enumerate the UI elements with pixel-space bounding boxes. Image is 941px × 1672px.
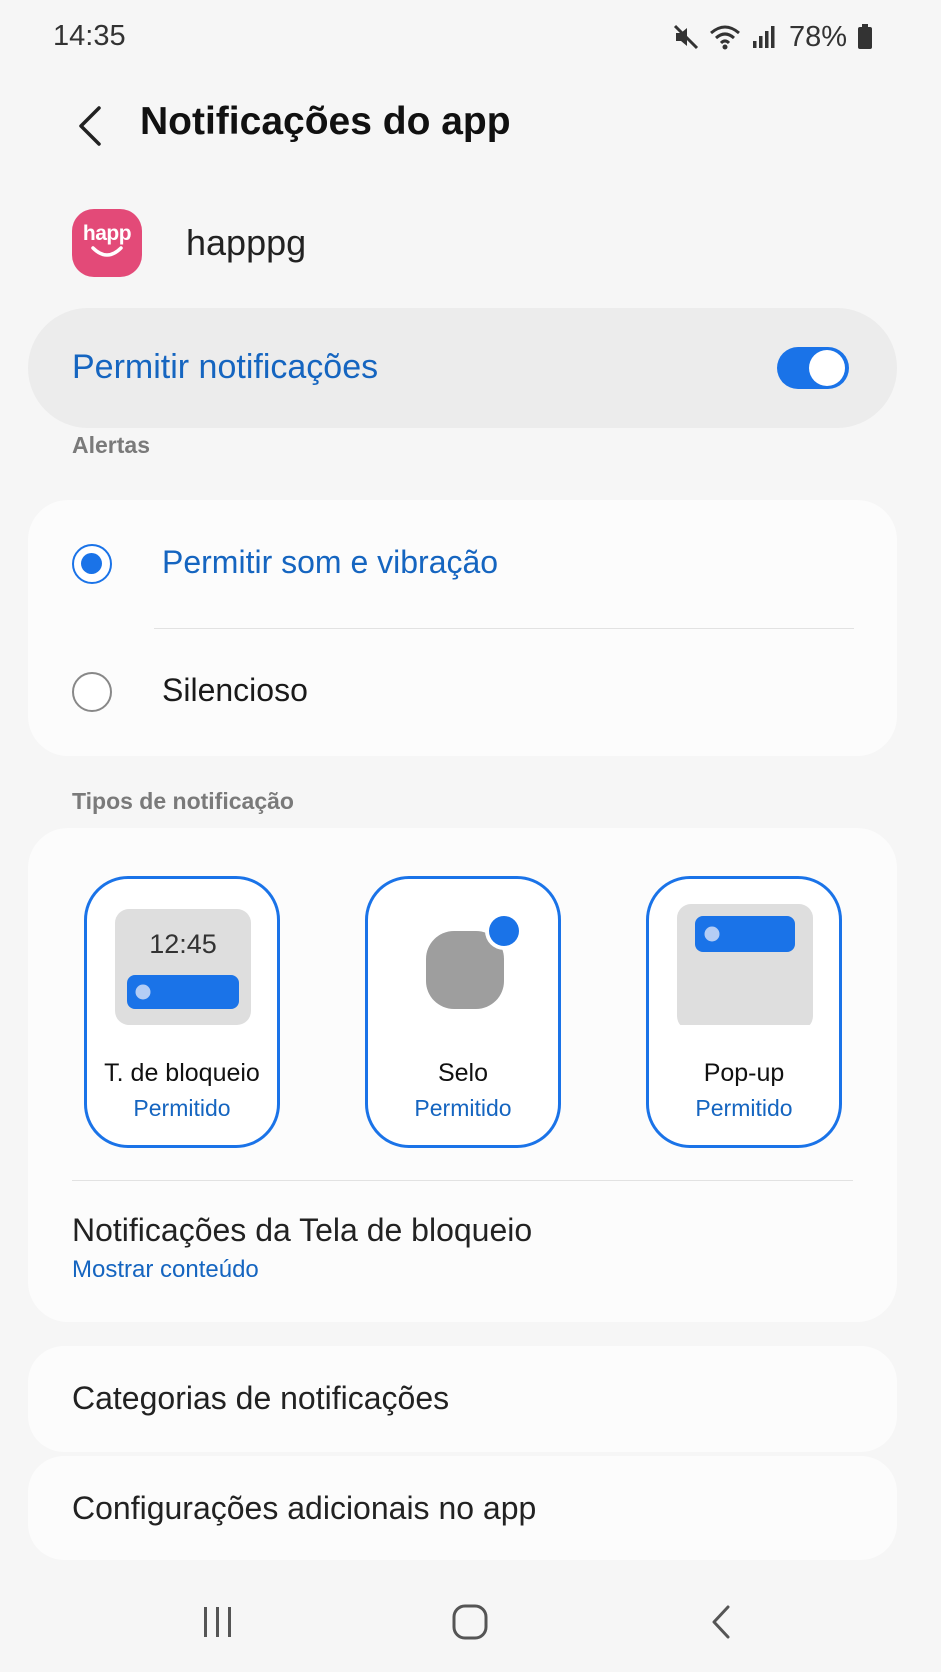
tile-popup[interactable]: Pop-up Permitido — [646, 876, 842, 1148]
app-name: happpg — [186, 222, 307, 263]
radio-unselected-icon[interactable] — [72, 672, 112, 712]
alert-option-label: Permitir som e vibração — [162, 544, 499, 580]
status-time: 14:35 — [53, 20, 126, 52]
back-button[interactable] — [68, 98, 112, 154]
badge-preview-icon — [426, 912, 523, 1009]
home-icon — [452, 1604, 488, 1640]
tile-name: Pop-up — [703, 1059, 785, 1087]
recents-button[interactable] — [178, 1594, 258, 1650]
lock-screen-notifications-value: Mostrar conteúdo — [72, 1256, 259, 1283]
app-icon: happ — [72, 209, 142, 277]
header: Notificações do app — [0, 90, 941, 160]
lock-screen-notifications-title: Notificações da Tela de bloqueio — [72, 1212, 533, 1248]
additional-settings-row[interactable]: Configurações adicionais no app — [28, 1456, 897, 1560]
tile-name: T. de bloqueio — [104, 1059, 260, 1087]
nav-back-button[interactable] — [682, 1594, 762, 1650]
smile-icon — [91, 246, 123, 257]
status-icons: 78% — [673, 19, 873, 55]
signal-icon — [751, 24, 777, 50]
battery-icon — [857, 24, 873, 50]
lock-screen-notifications-row[interactable]: Notificações da Tela de bloqueio Mostrar… — [28, 1188, 897, 1300]
notification-categories-row[interactable]: Categorias de notificações — [28, 1346, 897, 1452]
allow-notifications-label: Permitir notificações — [72, 348, 379, 386]
status-bar: 14:35 78% — [0, 0, 941, 76]
tile-status: Permitido — [695, 1095, 793, 1121]
tile-status: Permitido — [414, 1095, 512, 1121]
tile-badge[interactable]: Selo Permitido — [365, 876, 561, 1148]
tile-status: Permitido — [133, 1095, 231, 1121]
alert-option-silent[interactable]: Silencioso — [28, 628, 897, 756]
app-icon-text: happ — [82, 222, 132, 245]
page-title: Notificações do app — [140, 100, 511, 143]
allow-notifications-row[interactable]: Permitir notificações — [28, 308, 897, 428]
additional-settings-label: Configurações adicionais no app — [72, 1490, 537, 1526]
notification-categories-label: Categorias de notificações — [72, 1380, 450, 1416]
screen: 14:35 78% Notificações do app happ happp… — [0, 0, 941, 1672]
notification-types-card: 12:45 T. de bloqueio Permitido Selo Perm… — [28, 828, 897, 1322]
alert-option-label: Silencioso — [162, 672, 308, 708]
notification-types-section-label: Tipos de notificação — [72, 788, 294, 814]
alert-option-sound-vibration[interactable]: Permitir som e vibração — [28, 500, 897, 628]
wifi-icon — [709, 23, 741, 51]
toggle-knob — [809, 350, 845, 386]
alerts-section-label: Alertas — [72, 432, 150, 458]
home-button[interactable] — [430, 1594, 510, 1650]
recents-icon — [204, 1607, 231, 1637]
preview-time: 12:45 — [149, 929, 217, 959]
alerts-card: Permitir som e vibração Silencioso — [28, 500, 897, 756]
tile-lock-screen[interactable]: 12:45 T. de bloqueio Permitido — [84, 876, 280, 1148]
battery-percent: 78% — [788, 20, 847, 53]
mute-icon — [673, 24, 699, 50]
lock-screen-preview-icon: 12:45 — [115, 909, 251, 1025]
radio-selected-icon[interactable] — [72, 544, 112, 584]
navigation-bar — [0, 1590, 941, 1660]
chevron-left-icon — [79, 106, 101, 146]
allow-notifications-toggle[interactable] — [777, 347, 849, 389]
popup-preview-icon — [677, 904, 813, 1025]
back-icon — [712, 1605, 730, 1639]
tile-name: Selo — [437, 1059, 489, 1087]
divider — [72, 1180, 853, 1181]
app-info: happ happpg — [72, 208, 306, 278]
